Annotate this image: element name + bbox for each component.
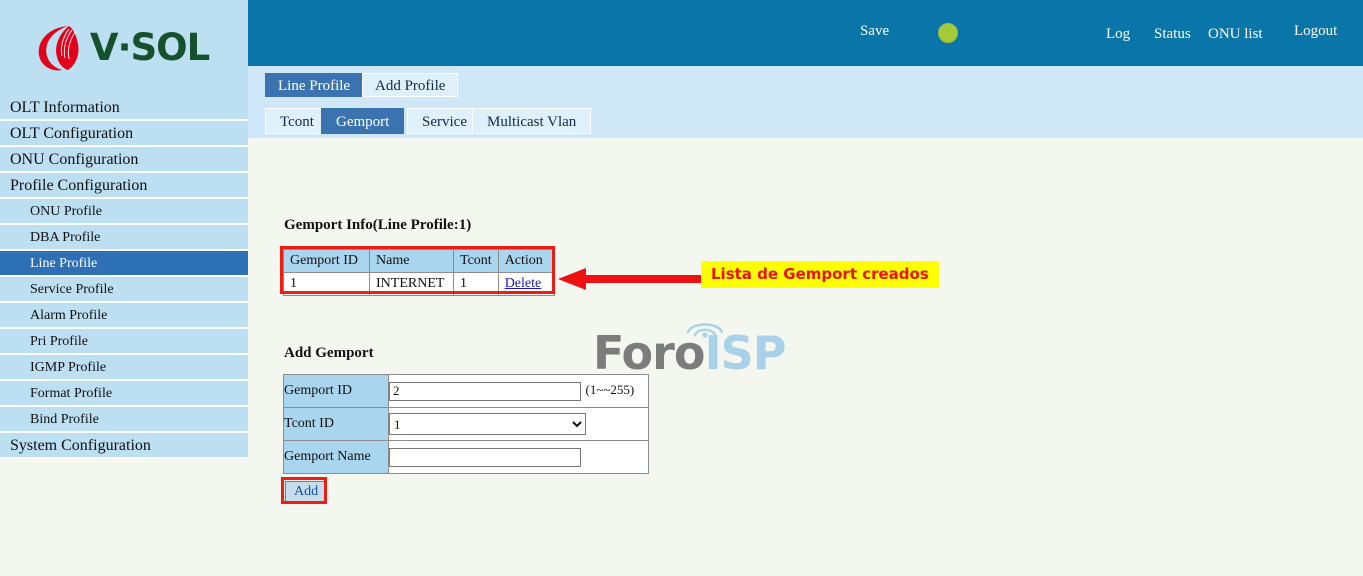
label-gemport-id: Gemport ID [283,374,389,408]
sidebar-item-alarm-profile[interactable]: Alarm Profile [0,303,248,329]
gemport-panel: Gemport Info(Line Profile:1) Gemport ID … [248,138,1363,576]
cell-gemport-id: 1 [283,272,370,296]
tab-service[interactable]: Service [407,108,482,134]
cell-action: Delete [497,272,555,296]
add-gemport-title: Add Gemport [284,345,374,361]
form-row-gemport-id: Gemport ID (1~~255) [283,374,649,408]
column-header-tcont: Tcont [453,249,499,273]
add-gemport-form-table: Gemport ID (1~~255) Tcont ID 1 Gemport N… [283,374,649,474]
field-cell-gemport-id: (1~~255) [388,374,649,408]
column-header-gemport-id: Gemport ID [283,249,370,273]
sidebar-item-bind-profile[interactable]: Bind Profile [0,407,248,433]
sidebar-item-onu-profile[interactable]: ONU Profile [0,199,248,225]
field-cell-gemport-name [388,440,649,474]
tab-add-profile[interactable]: Add Profile [362,73,459,97]
gemport-id-input[interactable] [389,381,581,401]
sidebar-item-line-profile[interactable]: Line Profile [0,251,248,277]
tab-multicast-vlan[interactable]: Multicast Vlan [472,108,592,134]
top-navigation-bar: Save Log Status ONU list Logout [248,0,1363,66]
sidebar-navigation: OLT Information OLT Configuration ONU Co… [0,95,248,459]
tab-gemport[interactable]: Gemport [321,108,405,134]
label-gemport-name: Gemport Name [283,440,389,474]
sidebar-item-olt-information[interactable]: OLT Information [0,95,248,121]
onu-list-link[interactable]: ONU list [1208,26,1263,43]
main-tab-bar: Line Profile Add Profile [248,66,1363,103]
field-cell-tcont-id: 1 [388,407,649,441]
cell-tcont: 1 [453,272,499,296]
sidebar-item-system-configuration[interactable]: System Configuration [0,433,248,459]
form-row-gemport-name: Gemport Name [283,440,649,474]
gemport-info-title: Gemport Info(Line Profile:1) [284,217,472,233]
save-link[interactable]: Save [860,23,889,40]
tab-tcont[interactable]: Tcont [265,108,329,134]
sub-tab-bar: Tcont Gemport Service Multicast Vlan [248,103,1363,177]
sidebar-item-dba-profile[interactable]: DBA Profile [0,225,248,251]
status-indicator-dot [938,23,958,43]
tcont-id-select[interactable]: 1 [389,413,586,435]
annotation-label: Lista de Gemport creados [701,261,939,288]
cell-name: INTERNET [369,272,454,296]
label-tcont-id: Tcont ID [283,407,389,441]
log-link[interactable]: Log [1106,26,1130,43]
column-header-name: Name [369,249,454,273]
sidebar-item-profile-configuration[interactable]: Profile Configuration [0,173,248,199]
gemport-name-input[interactable] [389,447,581,467]
sidebar-item-onu-configuration[interactable]: ONU Configuration [0,147,248,173]
column-header-action: Action [497,249,555,273]
sidebar-item-service-profile[interactable]: Service Profile [0,277,248,303]
gemport-id-range-hint: (1~~255) [585,382,635,398]
status-link[interactable]: Status [1154,26,1191,43]
delete-link[interactable]: Delete [505,276,542,291]
brand-logo-panel: V·SOL [0,0,248,95]
tab-line-profile[interactable]: Line Profile [265,73,364,97]
table-header-row: Gemport ID Name Tcont Action [283,249,555,273]
form-row-tcont-id: Tcont ID 1 [283,407,649,441]
sidebar-item-format-profile[interactable]: Format Profile [0,381,248,407]
sidebar-item-igmp-profile[interactable]: IGMP Profile [0,355,248,381]
sidebar-item-olt-configuration[interactable]: OLT Configuration [0,121,248,147]
annotation-arrow-icon [558,268,703,290]
main-content-area: Line Profile Add Profile Tcont Gemport S… [248,66,1363,576]
sidebar-item-pri-profile[interactable]: Pri Profile [0,329,248,355]
logout-link[interactable]: Logout [1294,23,1337,40]
vsol-leaf-logo-icon [38,25,79,70]
brand-name: V·SOL [89,26,210,69]
table-row: 1 INTERNET 1 Delete [283,272,555,296]
antenna-icon [686,323,724,338]
gemport-info-table: Gemport ID Name Tcont Action 1 INTERNET … [283,249,555,296]
add-button[interactable]: Add [285,481,328,504]
